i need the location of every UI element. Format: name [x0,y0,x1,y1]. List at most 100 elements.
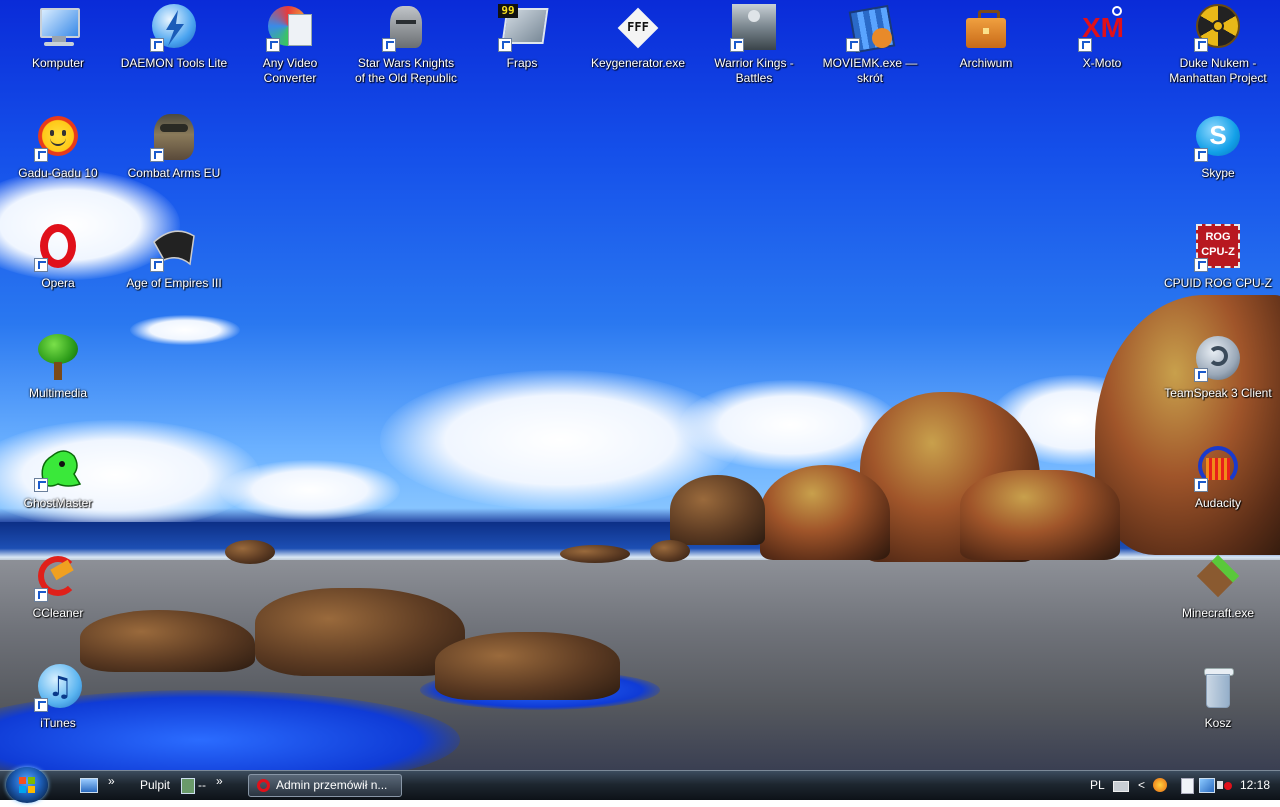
desktop-icon-keygenerator[interactable]: FFF Keygenerator.exe [582,2,694,106]
shortcut-arrow-icon [1194,38,1208,52]
desktop-icon-minecraft[interactable]: Minecraft.exe [1162,552,1274,656]
shortcut-arrow-icon [34,258,48,272]
desktop-icon-combat-arms[interactable]: Combat Arms EU [118,112,230,216]
desktop-icon-daemon-tools[interactable]: DAEMON Tools Lite [118,2,230,106]
desktop-icon-moviemk[interactable]: MOVIEMK.exe — skrót [814,2,926,106]
tray-expand-chevron[interactable]: < [1138,778,1145,792]
toolbar-item-icon[interactable] [181,778,195,794]
tray-app-icon[interactable] [1153,778,1167,792]
shortcut-arrow-icon [498,38,512,52]
icon-label: Gadu-Gadu 10 [18,166,98,180]
gadu-gadu-icon [34,114,82,162]
shortcut-arrow-icon [1194,368,1208,382]
shortcut-arrow-icon [1194,148,1208,162]
shortcut-arrow-icon [730,38,744,52]
desktop-icon-itunes[interactable]: ♫ iTunes [2,662,114,766]
opera-icon [34,224,82,272]
shortcut-arrow-icon [34,148,48,162]
icon-label: DAEMON Tools Lite [120,56,228,70]
icon-label: Duke Nukem - Manhattan Project [1169,56,1267,85]
rock [255,588,465,676]
desktop-icon-warrior-kings[interactable]: Warrior Kings - Battles [698,2,810,106]
tray-notes-icon[interactable] [1181,778,1194,794]
icon-label: TeamSpeak 3 Client [1164,386,1272,400]
fraps-icon: 99 [498,4,549,52]
shortcut-arrow-icon [846,38,860,52]
desktop-icon-skype[interactable]: S Skype [1162,112,1274,216]
desktop-icon-teamspeak[interactable]: TeamSpeak 3 Client [1162,332,1274,436]
combat-arms-icon [150,114,198,162]
desktop-icon-ghostmaster[interactable]: GhostMaster [2,442,114,546]
moviemk-icon [846,4,896,54]
shortcut-arrow-icon [382,38,396,52]
toolbar-chevron[interactable]: » [216,774,223,788]
desktop-icon-fraps[interactable]: 99 Fraps [466,2,578,106]
desktop-icon-kotor[interactable]: Star Wars Knights of the Old Republic [350,2,462,106]
icon-label: Skype [1201,166,1235,180]
aoe3-icon [150,224,198,272]
icon-label: iTunes [40,716,76,730]
show-desktop-icon[interactable] [80,778,98,793]
icon-label: Multimedia [28,386,88,400]
start-button[interactable] [6,767,48,803]
desktop-icon-cpuz[interactable]: ROG CPU-Z CPUID ROG CPU-Z [1162,222,1274,326]
duke-nukem-icon [1194,4,1242,52]
taskbar-window-button[interactable]: Admin przemówił n... [248,774,402,797]
desktop-icon-duke-nukem[interactable]: Duke Nukem - Manhattan Project [1162,2,1274,106]
shortcut-arrow-icon [34,698,48,712]
keyboard-icon[interactable] [1113,781,1129,792]
desktop-icon-gadu-gadu[interactable]: Gadu-Gadu 10 [2,112,114,216]
cliff [960,470,1120,560]
xmoto-icon: XM [1078,4,1126,52]
desktop-icon-xmoto[interactable]: XM X-Moto [1046,2,1158,106]
shortcut-arrow-icon [1194,478,1208,492]
skype-icon: S [1194,114,1242,162]
icon-label: CPUID ROG CPU-Z [1164,276,1272,290]
clock[interactable]: 12:18 [1240,778,1270,792]
icon-label: Komputer [31,56,85,70]
desktop-icon-kosz[interactable]: Kosz [1162,662,1274,766]
desktop-wallpaper: Komputer DAEMON Tools Lite Any Video Con… [0,0,1280,770]
cpuz-icon: ROG CPU-Z [1194,224,1242,272]
icon-label: Combat Arms EU [127,166,221,180]
rock [650,540,690,562]
desktop-icon-komputer[interactable]: Komputer [2,2,114,106]
shortcut-arrow-icon [34,478,48,492]
recycle-bin-icon [1194,664,1242,712]
volume-muted-icon[interactable] [1217,778,1232,792]
opera-icon [257,779,270,792]
icon-label: Warrior Kings - Battles [714,56,794,85]
desktop-icon-archiwum[interactable]: Archiwum [930,2,1042,106]
icon-label: Opera [41,276,75,290]
network-icon[interactable] [1199,778,1215,793]
ghostmaster-icon [34,444,82,492]
desktop-icon-audacity[interactable]: Audacity [1162,442,1274,546]
icon-label: MOVIEMK.exe — skrót [822,56,918,85]
desktop-icon-any-video-converter[interactable]: Any Video Converter [234,2,346,106]
warrior-kings-icon [730,4,778,52]
rock [435,632,620,700]
shortcut-arrow-icon [150,258,164,272]
quick-launch-chevron[interactable]: » [108,774,115,788]
icon-label: Minecraft.exe [1181,606,1255,620]
ccleaner-icon [34,554,82,602]
toolbar-label-pulpit[interactable]: Pulpit [140,778,170,792]
cloud [220,460,400,520]
icon-label: Star Wars Knights of the Old Republic [354,56,458,85]
toolbar-dashes: -- [198,778,206,792]
rock [560,545,630,563]
computer-icon [34,4,82,52]
rock [670,475,765,545]
minecraft-icon [1194,554,1242,602]
audacity-icon [1194,444,1242,492]
desktop-icon-ccleaner[interactable]: CCleaner [2,552,114,656]
video-converter-icon [266,4,314,52]
desktop-icon-multimedia[interactable]: Multimedia [2,332,114,436]
desktop-icon-aoe3[interactable]: Age of Empires III [118,222,230,326]
language-indicator[interactable]: PL [1090,778,1105,792]
desktop-icon-opera[interactable]: Opera [2,222,114,326]
kotor-icon [382,4,430,52]
icon-label: GhostMaster [23,496,93,510]
teamspeak-icon [1194,334,1242,382]
shortcut-arrow-icon [1078,38,1092,52]
